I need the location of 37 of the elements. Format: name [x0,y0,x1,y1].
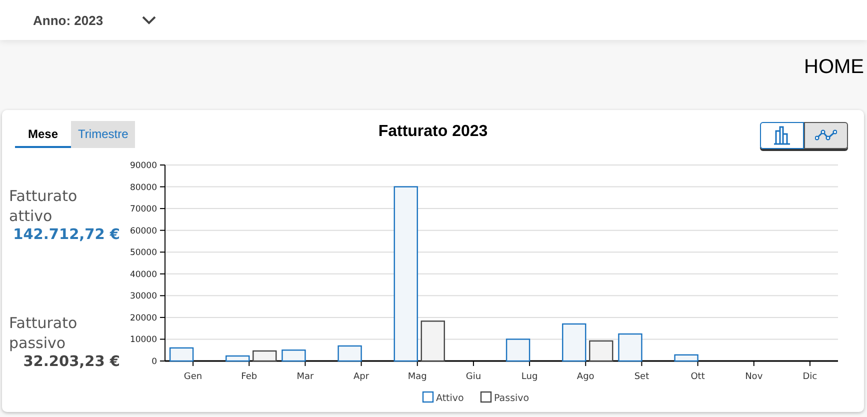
y-axis-label: 50000 [130,248,157,258]
summary-label: Fatturato passivo [8,313,78,353]
x-axis-label: Mag [408,372,427,382]
bar-chart-icon [772,125,792,145]
y-axis-label: 10000 [130,335,157,346]
y-axis-label: 80000 [130,182,157,193]
x-axis-label: Mar [296,372,314,382]
year-dropdown[interactable]: Anno: 2023 [0,0,162,40]
line-chart-icon [815,129,837,141]
x-axis-label: Gen [184,372,202,382]
legend-label: Passivo [494,393,530,404]
x-axis-label: Lug [521,372,538,382]
x-axis-label: Set [634,372,650,382]
legend-label: Attivo [436,393,464,404]
x-axis-label: Ago [576,372,594,382]
page-title: HOME [804,56,865,80]
y-axis-label: 30000 [130,292,157,302]
y-axis-label: 40000 [130,270,157,280]
y-axis-label: 90000 [130,161,157,171]
chart-title: Fatturato 2023 [378,123,488,140]
x-axis-label: Apr [354,372,370,382]
y-axis-label: 60000 [130,226,157,236]
tab[interactable]: Trimestre [71,121,136,148]
x-axis-label: Dic [802,372,818,382]
line-view-button[interactable] [804,122,848,148]
summary-value: 32.203,23 € [23,354,120,370]
x-axis-label: Nov [745,372,763,382]
x-axis-label: Ott [690,372,705,382]
y-axis-label: 70000 [130,204,157,215]
y-axis-label: 20000 [130,313,157,324]
x-axis-label: Feb [241,372,258,382]
chevron-down-icon [142,16,156,24]
y-axis-label: 0 [152,357,157,367]
x-axis-label: Giu [466,372,482,382]
summary-label: Fatturato attivo [8,186,78,226]
bar-view-button[interactable] [760,122,804,148]
summary-value: 142.712,72 € [13,227,120,243]
